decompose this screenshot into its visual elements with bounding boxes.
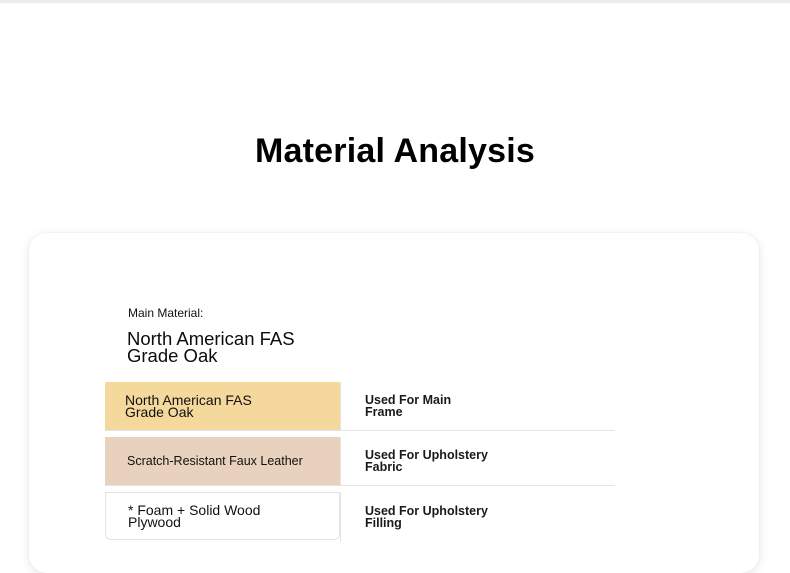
material-use: Used For Upholstery Filling xyxy=(365,503,488,530)
material-name-oak: North American FAS Grade Oak xyxy=(105,382,340,430)
material-use: Used For Main Frame xyxy=(365,393,452,419)
top-divider xyxy=(0,0,790,3)
material-name: North American FAS Grade Oak xyxy=(125,392,252,420)
material-name: * Foam + Solid Wood Plywood xyxy=(128,502,261,530)
material-card: Main Material: North American FAS Grade … xyxy=(29,233,759,573)
material-name: Scratch-Resistant Faux Leather xyxy=(127,454,303,468)
material-use-cell: Used For Main Frame xyxy=(340,382,615,430)
materials-table: North American FAS Grade Oak Used For Ma… xyxy=(105,382,615,541)
material-row: * Foam + Solid Wood Plywood Used For Uph… xyxy=(105,486,615,541)
material-use: Used For Upholstery Fabric xyxy=(365,448,488,474)
material-name-leather: Scratch-Resistant Faux Leather xyxy=(105,437,340,485)
main-material-value: North American FAS Grade Oak xyxy=(127,328,295,366)
material-name-foam: * Foam + Solid Wood Plywood xyxy=(105,492,340,540)
material-use-cell: Used For Upholstery Filling xyxy=(340,492,615,541)
material-row: Scratch-Resistant Faux Leather Used For … xyxy=(105,431,615,486)
material-use-cell: Used For Upholstery Fabric xyxy=(340,437,615,485)
material-row: North American FAS Grade Oak Used For Ma… xyxy=(105,382,615,431)
page-title: Material Analysis xyxy=(255,132,535,170)
main-material-label: Main Material: xyxy=(128,306,204,320)
